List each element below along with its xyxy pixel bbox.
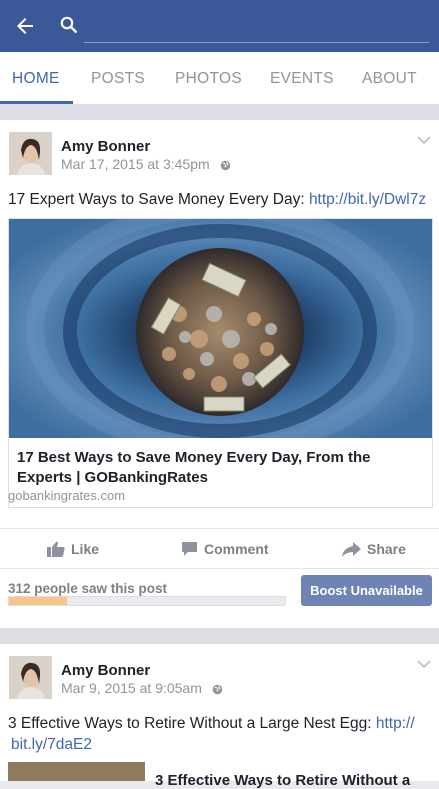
comment-icon	[182, 542, 197, 557]
tab-events[interactable]: EVENTS	[270, 52, 334, 104]
post-link[interactable]: http://	[376, 715, 415, 732]
post-card: Amy Bonner Mar 9, 2015 at 9:05am 3 Effec…	[0, 644, 439, 789]
share-button[interactable]: Share	[342, 529, 406, 569]
post-timestamp[interactable]: Mar 17, 2015 at 3:45pm	[61, 156, 231, 172]
boost-button[interactable]: Boost Unavailable	[301, 575, 432, 606]
post-author[interactable]: Amy Bonner	[61, 662, 150, 679]
link-preview-image	[8, 762, 145, 781]
page-tabs: HOME POSTS PHOTOS EVENTS ABOUT	[0, 52, 439, 105]
tab-posts[interactable]: POSTS	[91, 52, 145, 104]
search-icon[interactable]	[60, 16, 78, 34]
tab-home[interactable]: HOME	[12, 52, 60, 104]
link-preview-image	[9, 219, 432, 438]
comment-label: Comment	[204, 541, 269, 557]
chevron-down-icon[interactable]	[417, 135, 431, 145]
search-input[interactable]	[86, 16, 420, 40]
reach-text: 312 people saw this post	[8, 581, 168, 596]
reach-progress-fill	[9, 597, 67, 605]
top-bar	[0, 0, 439, 52]
like-label: Like	[71, 541, 100, 557]
tab-about[interactable]: ABOUT	[362, 52, 417, 104]
post-text: 17 Expert Ways to Save Money Every Day: …	[8, 189, 426, 210]
tab-photos[interactable]: PHOTOS	[175, 52, 242, 104]
post-timestamp[interactable]: Mar 9, 2015 at 9:05am	[61, 680, 223, 696]
divider	[0, 628, 439, 644]
post-author[interactable]: Amy Bonner	[61, 138, 150, 155]
like-button[interactable]: Like	[47, 529, 99, 569]
post-card: Amy Bonner Mar 17, 2015 at 3:45pm 17 Exp…	[0, 120, 439, 628]
timestamp-text: Mar 9, 2015 at 9:05am	[61, 680, 202, 696]
share-label: Share	[367, 541, 406, 557]
avatar[interactable]	[9, 656, 52, 699]
globe-icon	[212, 684, 223, 695]
reach-progress-bar	[8, 596, 286, 606]
share-arrow-icon	[342, 541, 361, 557]
post-actions: Like Comment Share	[0, 528, 439, 569]
timestamp-text: Mar 17, 2015 at 3:45pm	[61, 156, 210, 172]
active-tab-indicator	[0, 101, 73, 104]
post-text: 3 Effective Ways to Retire Without a Lar…	[8, 713, 433, 755]
post-body: 17 Expert Ways to Save Money Every Day:	[8, 191, 309, 208]
post-body: 3 Effective Ways to Retire Without a Lar…	[8, 715, 376, 732]
link-preview-domain: gobankingrates.com	[8, 488, 126, 503]
chevron-down-icon[interactable]	[417, 659, 431, 669]
thumbs-up-icon	[47, 541, 65, 558]
link-preview-card[interactable]: 17 Best Ways to Save Money Every Day, Fr…	[8, 218, 433, 508]
back-arrow-icon[interactable]	[13, 14, 37, 38]
comment-button[interactable]: Comment	[181, 529, 269, 569]
globe-icon	[220, 160, 230, 171]
post-link-continued[interactable]: bit.ly/7daE2	[11, 736, 92, 753]
post-link[interactable]: http://bit.ly/Dwl7z	[309, 191, 426, 208]
divider	[0, 105, 439, 120]
search-underline	[84, 42, 429, 43]
link-preview-title: 17 Best Ways to Save Money Every Day, Fr…	[17, 449, 371, 486]
avatar[interactable]	[9, 132, 52, 175]
